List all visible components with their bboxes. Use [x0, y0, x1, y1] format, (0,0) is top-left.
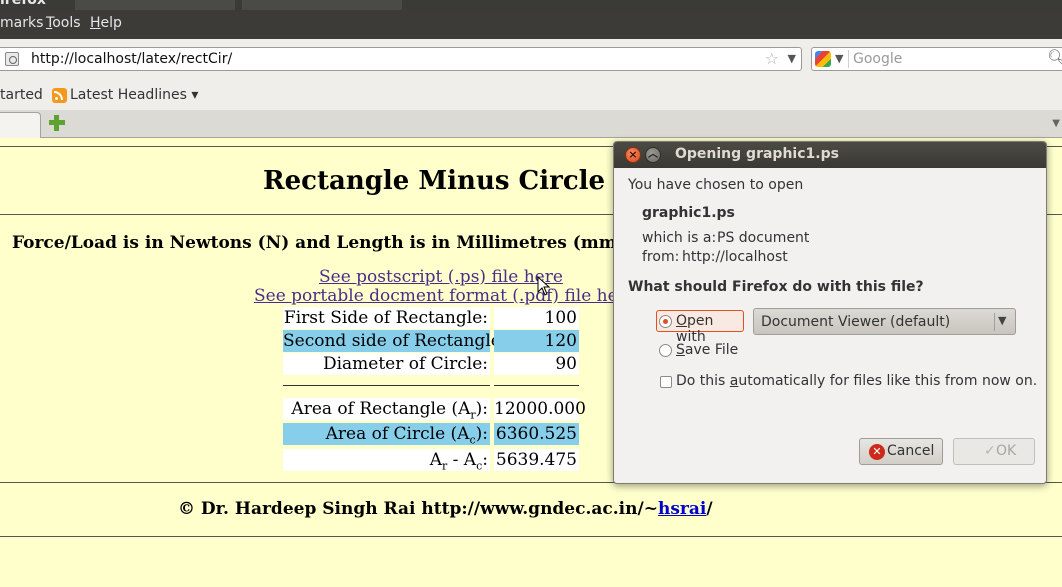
table-rule [283, 385, 490, 386]
dialog-titlebar: × ︿ Opening graphic1.ps [614, 142, 1046, 168]
site-identity-icon[interactable] [5, 52, 19, 66]
titlebar-tab[interactable] [75, 0, 235, 10]
search-bar[interactable]: ▼ Google 🔍︎ [811, 47, 1062, 71]
chevron-down-icon[interactable]: ▼ [998, 314, 1006, 327]
tab-strip: ▼ [0, 110, 1062, 139]
diameter-value: 90 [494, 353, 579, 375]
file-name: graphic1.ps [642, 205, 735, 221]
url-bar[interactable]: http://localhost/latex/rectCir/ ☆ ▼ [0, 47, 802, 71]
bookmarks-toolbar: tarted Latest Headlines ▾ [0, 81, 1062, 110]
navigation-toolbar: http://localhost/latex/rectCir/ ☆ ▼ ▼ Go… [0, 39, 1062, 81]
menu-tools[interactable]: Tools [46, 15, 81, 31]
bookmark-getting-started[interactable]: tarted [0, 87, 43, 103]
area-circle-label: Area of Circle (Ac): [283, 423, 490, 446]
auto-action-checkbox[interactable] [660, 376, 672, 388]
diameter-label: Diameter of Circle: [283, 353, 490, 375]
tab-list-dropdown-icon[interactable]: ▼ [1052, 118, 1060, 129]
bookmark-star-icon[interactable]: ☆ [765, 49, 779, 68]
titlebar-tab[interactable] [242, 0, 402, 10]
area-rectangle-label: Area of Rectangle (Ar): [283, 398, 490, 421]
table-rule [494, 385, 579, 386]
postscript-link[interactable]: See postscript (.ps) file here [319, 267, 563, 287]
pdf-link[interactable]: See portable docment format (.pdf) file … [254, 286, 636, 306]
rss-feed-icon[interactable] [52, 88, 67, 103]
footer-hsrai-link[interactable]: hsrai [658, 499, 706, 519]
new-tab-plus-icon[interactable] [48, 114, 66, 132]
file-type-label: which is a: [642, 230, 717, 246]
ok-check-icon: ✓ [984, 443, 996, 459]
save-file-label[interactable]: Save File [676, 342, 738, 358]
ok-label: OK [996, 443, 1017, 459]
area-rectangle-value: 12000.000 [494, 398, 586, 420]
cancel-label: Cancel [887, 443, 935, 459]
first-side-label: First Side of Rectangle: [283, 307, 490, 329]
file-source-value: http://localhost [682, 249, 788, 265]
second-side-value: 120 [494, 330, 579, 352]
divider [0, 536, 1062, 537]
area-circle-value: 6360.525 [494, 423, 579, 445]
search-engine-dropdown-icon[interactable]: ▼ [835, 52, 843, 65]
menu-help[interactable]: Help [90, 15, 122, 31]
open-with-label[interactable]: Open with [676, 313, 743, 345]
window-title: irefox [0, 0, 46, 8]
open-file-dialog: × ︿ Opening graphic1.ps You have chosen … [613, 141, 1047, 484]
cancel-button[interactable]: ✕ Cancel [859, 438, 943, 465]
mouse-pointer-icon [537, 276, 551, 296]
search-magnifier-icon[interactable]: 🔍︎ [1047, 48, 1062, 67]
menu-bar: marks Tools Help [0, 10, 1062, 39]
bookmark-latest-headlines[interactable]: Latest Headlines ▾ [70, 87, 198, 103]
dialog-question: What should Firefox do with this file? [628, 279, 924, 295]
url-text[interactable]: http://localhost/latex/rectCir/ [31, 51, 232, 67]
footer-credit: © Dr. Hardeep Singh Rai http://www.gndec… [178, 499, 713, 519]
difference-value: 5639.475 [494, 449, 579, 471]
second-side-label: Second side of Rectangle: [283, 330, 507, 352]
url-history-dropdown-icon[interactable]: ▼ [788, 52, 796, 65]
first-side-value: 100 [494, 307, 579, 329]
file-source-label: from: [642, 249, 680, 265]
search-placeholder[interactable]: Google [853, 51, 902, 67]
application-select[interactable]: Document Viewer (default) ▼ [753, 308, 1016, 335]
save-file-radio[interactable] [659, 344, 672, 357]
menu-bookmarks[interactable]: marks [0, 15, 43, 31]
dialog-intro: You have chosen to open [628, 177, 804, 193]
page-title: Rectangle Minus Circle [263, 166, 606, 196]
active-tab[interactable] [0, 112, 41, 139]
open-with-radio[interactable] [659, 315, 672, 328]
dialog-collapse-icon[interactable]: ︿ [645, 147, 661, 163]
dialog-close-icon[interactable]: × [625, 147, 641, 163]
ok-button[interactable]: ✓ OK [953, 438, 1035, 465]
units-note: Force/Load is in Newtons (N) and Length … [12, 233, 650, 253]
file-type-value: PS document [717, 230, 810, 246]
difference-label: Ar - Ac: [283, 449, 490, 472]
auto-action-label[interactable]: Do this automatically for files like thi… [676, 373, 1037, 389]
cancel-icon: ✕ [869, 444, 885, 460]
search-separator [848, 50, 849, 68]
select-separator [994, 313, 995, 331]
google-engine-icon[interactable] [815, 51, 831, 67]
application-select-value[interactable]: Document Viewer (default) [761, 314, 950, 330]
window-titlebar: irefox [0, 0, 1062, 10]
dialog-title: Opening graphic1.ps [675, 146, 839, 162]
